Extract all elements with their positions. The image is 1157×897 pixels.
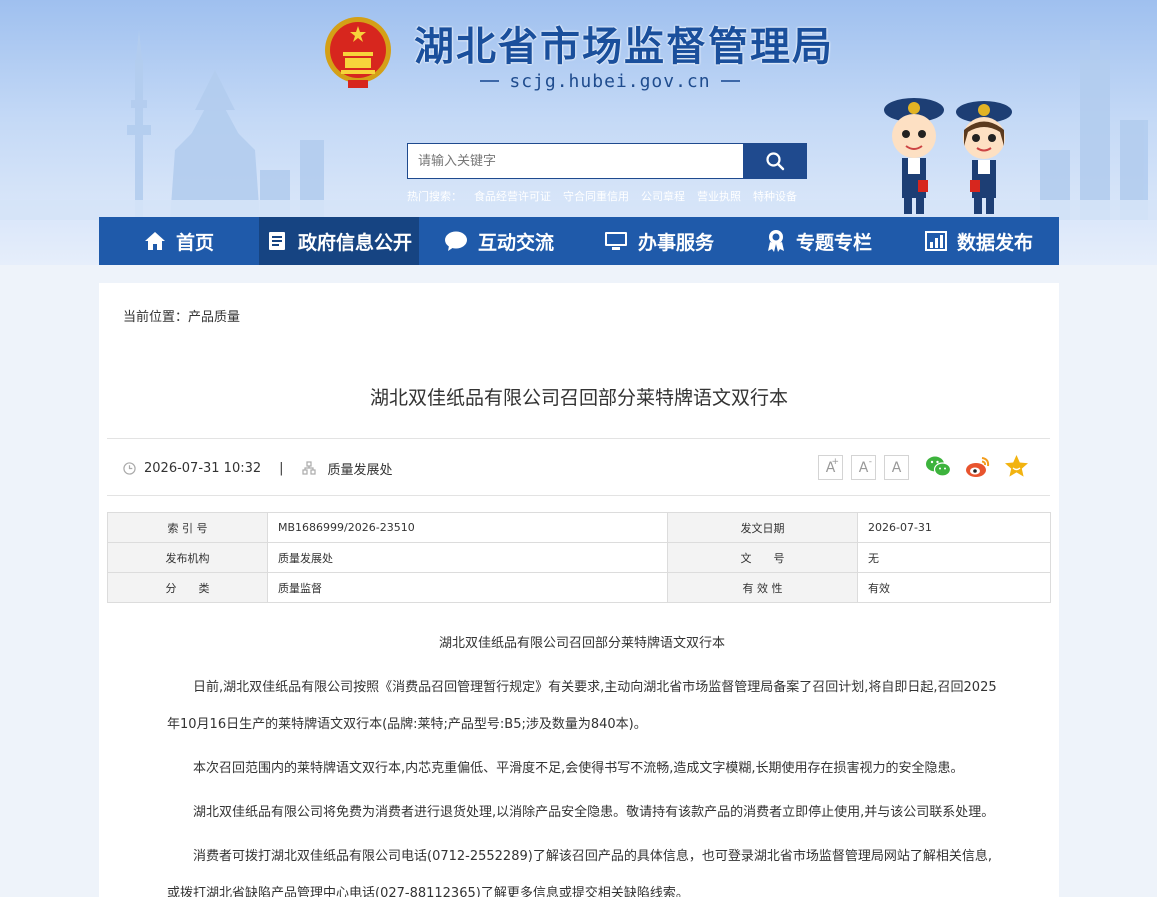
- breadcrumb: 当前位置：产品质量: [123, 310, 241, 325]
- hot-search-label: 热门搜索：: [407, 190, 462, 203]
- nav-item-services[interactable]: 办事服务: [579, 217, 739, 265]
- hot-link[interactable]: 守合同重信用: [563, 188, 629, 204]
- publish-date: 2026-07-31 10:32: [144, 460, 262, 476]
- ribbon-icon: [767, 230, 784, 252]
- site-title: 湖北省市场监督管理局: [414, 24, 834, 70]
- nav-item-interaction[interactable]: 互动交流: [419, 217, 579, 265]
- body-heading: 湖北双佳纸品有限公司召回部分莱特牌语文双行本: [438, 636, 725, 651]
- info-key: 文 号: [667, 542, 858, 573]
- nav-item-home[interactable]: 首页: [99, 217, 259, 265]
- info-value: 无: [857, 542, 1051, 573]
- search-box: [407, 143, 807, 179]
- url-dash-left: [480, 80, 500, 82]
- monitor-icon: [604, 232, 627, 250]
- site-url: scjg.hubei.gov.cn: [509, 70, 711, 92]
- home-icon: [144, 232, 165, 250]
- publish-department: 质量发展处: [327, 462, 393, 478]
- info-key: 索 引 号: [107, 512, 268, 543]
- chat-icon: [444, 231, 467, 251]
- table-row: 发布机构 质量发展处 文 号 无: [107, 542, 1051, 573]
- search-input[interactable]: [408, 144, 743, 178]
- nav-item-data[interactable]: 数据发布: [899, 217, 1059, 265]
- hot-link[interactable]: 营业执照: [697, 188, 741, 204]
- nav-item-label: 政府信息公开: [297, 231, 412, 254]
- mascots-illustration: [884, 98, 1012, 214]
- body-paragraph: 消费者可拨打湖北双佳纸品有限公司电话(0712-2552289)了解该召回产品的…: [167, 849, 992, 897]
- nav-item-label: 数据发布: [956, 231, 1033, 254]
- info-value: 质量监督: [267, 572, 668, 603]
- document-info-table: 索 引 号 MB1686999/2026-23510 发文日期 2026-07-…: [107, 512, 1051, 603]
- info-key: 有 效 性: [667, 572, 858, 603]
- bar-chart-icon: [924, 231, 947, 251]
- info-key: 分 类: [107, 572, 268, 603]
- nav-item-label: 办事服务: [637, 231, 714, 254]
- national-emblem-icon: [325, 17, 391, 88]
- weibo-icon[interactable]: [964, 453, 991, 480]
- font-increase-button[interactable]: A +: [818, 455, 843, 480]
- article-title: 湖北双佳纸品有限公司召回部分莱特牌语文双行本: [369, 387, 788, 409]
- font-decrease-button[interactable]: A-: [851, 455, 876, 480]
- table-row: 分 类 质量监督 有 效 性 有效: [107, 572, 1051, 603]
- nav-item-label: 专题专栏: [795, 231, 872, 254]
- article-body: 湖北双佳纸品有限公司召回部分莱特牌语文双行本 日前,湖北双佳纸品有限公司按照《消…: [167, 625, 997, 897]
- table-row: 索 引 号 MB1686999/2026-23510 发文日期 2026-07-…: [107, 512, 1051, 543]
- meta-separator: |: [279, 460, 284, 476]
- info-value: MB1686999/2026-23510: [267, 512, 668, 543]
- font-reset-button[interactable]: A: [884, 455, 909, 480]
- share-icons: [925, 453, 1030, 480]
- search-button[interactable]: [743, 144, 806, 178]
- url-dash-right: [720, 80, 740, 82]
- nav-item-topics[interactable]: 专题专栏: [739, 217, 899, 265]
- nav-item-label: 首页: [175, 231, 214, 254]
- document-icon: [268, 232, 285, 250]
- info-key: 发文日期: [667, 512, 858, 543]
- hot-link[interactable]: 特种设备: [753, 188, 797, 204]
- clock-icon: [123, 461, 136, 475]
- info-value: 有效: [857, 572, 1051, 603]
- hot-link[interactable]: 公司章程: [641, 188, 685, 204]
- hot-link[interactable]: 食品经营许可证: [474, 188, 551, 204]
- article-meta: 2026-07-31 10:32 | 质量发展处: [123, 458, 393, 478]
- main-nav: 首页 政府信息公开 互动交流 办事服务 专题专栏 数据发布: [99, 217, 1059, 265]
- org-icon: [301, 461, 316, 475]
- nav-item-gov-info[interactable]: 政府信息公开: [259, 217, 419, 265]
- font-size-controls: A + A- A: [818, 455, 909, 480]
- site-url-row: scjg.hubei.gov.cn: [480, 70, 740, 92]
- info-value: 2026-07-31: [857, 512, 1051, 543]
- body-paragraph: 日前,湖北双佳纸品有限公司按照《消费品召回管理暂行规定》有关要求,主动向湖北省市…: [167, 680, 997, 732]
- nav-item-label: 互动交流: [477, 231, 554, 254]
- divider: [107, 438, 1050, 439]
- hot-search: 热门搜索： 食品经营许可证 守合同重信用 公司章程 营业执照 特种设备: [407, 188, 827, 204]
- article-panel: 当前位置：产品质量 湖北双佳纸品有限公司召回部分莱特牌语文双行本 2026-07…: [99, 283, 1059, 897]
- info-key: 发布机构: [107, 542, 268, 573]
- divider: [107, 495, 1050, 496]
- body-paragraph: 湖北双佳纸品有限公司将免费为消费者进行退货处理,以消除产品安全隐患。敬请持有该款…: [193, 805, 995, 820]
- favorite-star-icon[interactable]: [1003, 453, 1030, 480]
- search-icon: [765, 152, 784, 171]
- wechat-icon[interactable]: [925, 453, 952, 480]
- body-paragraph: 本次召回范围内的莱特牌语文双行本,内芯克重偏低、平滑度不足,会使得书写不流畅,造…: [193, 761, 964, 776]
- info-value: 质量发展处: [267, 542, 668, 573]
